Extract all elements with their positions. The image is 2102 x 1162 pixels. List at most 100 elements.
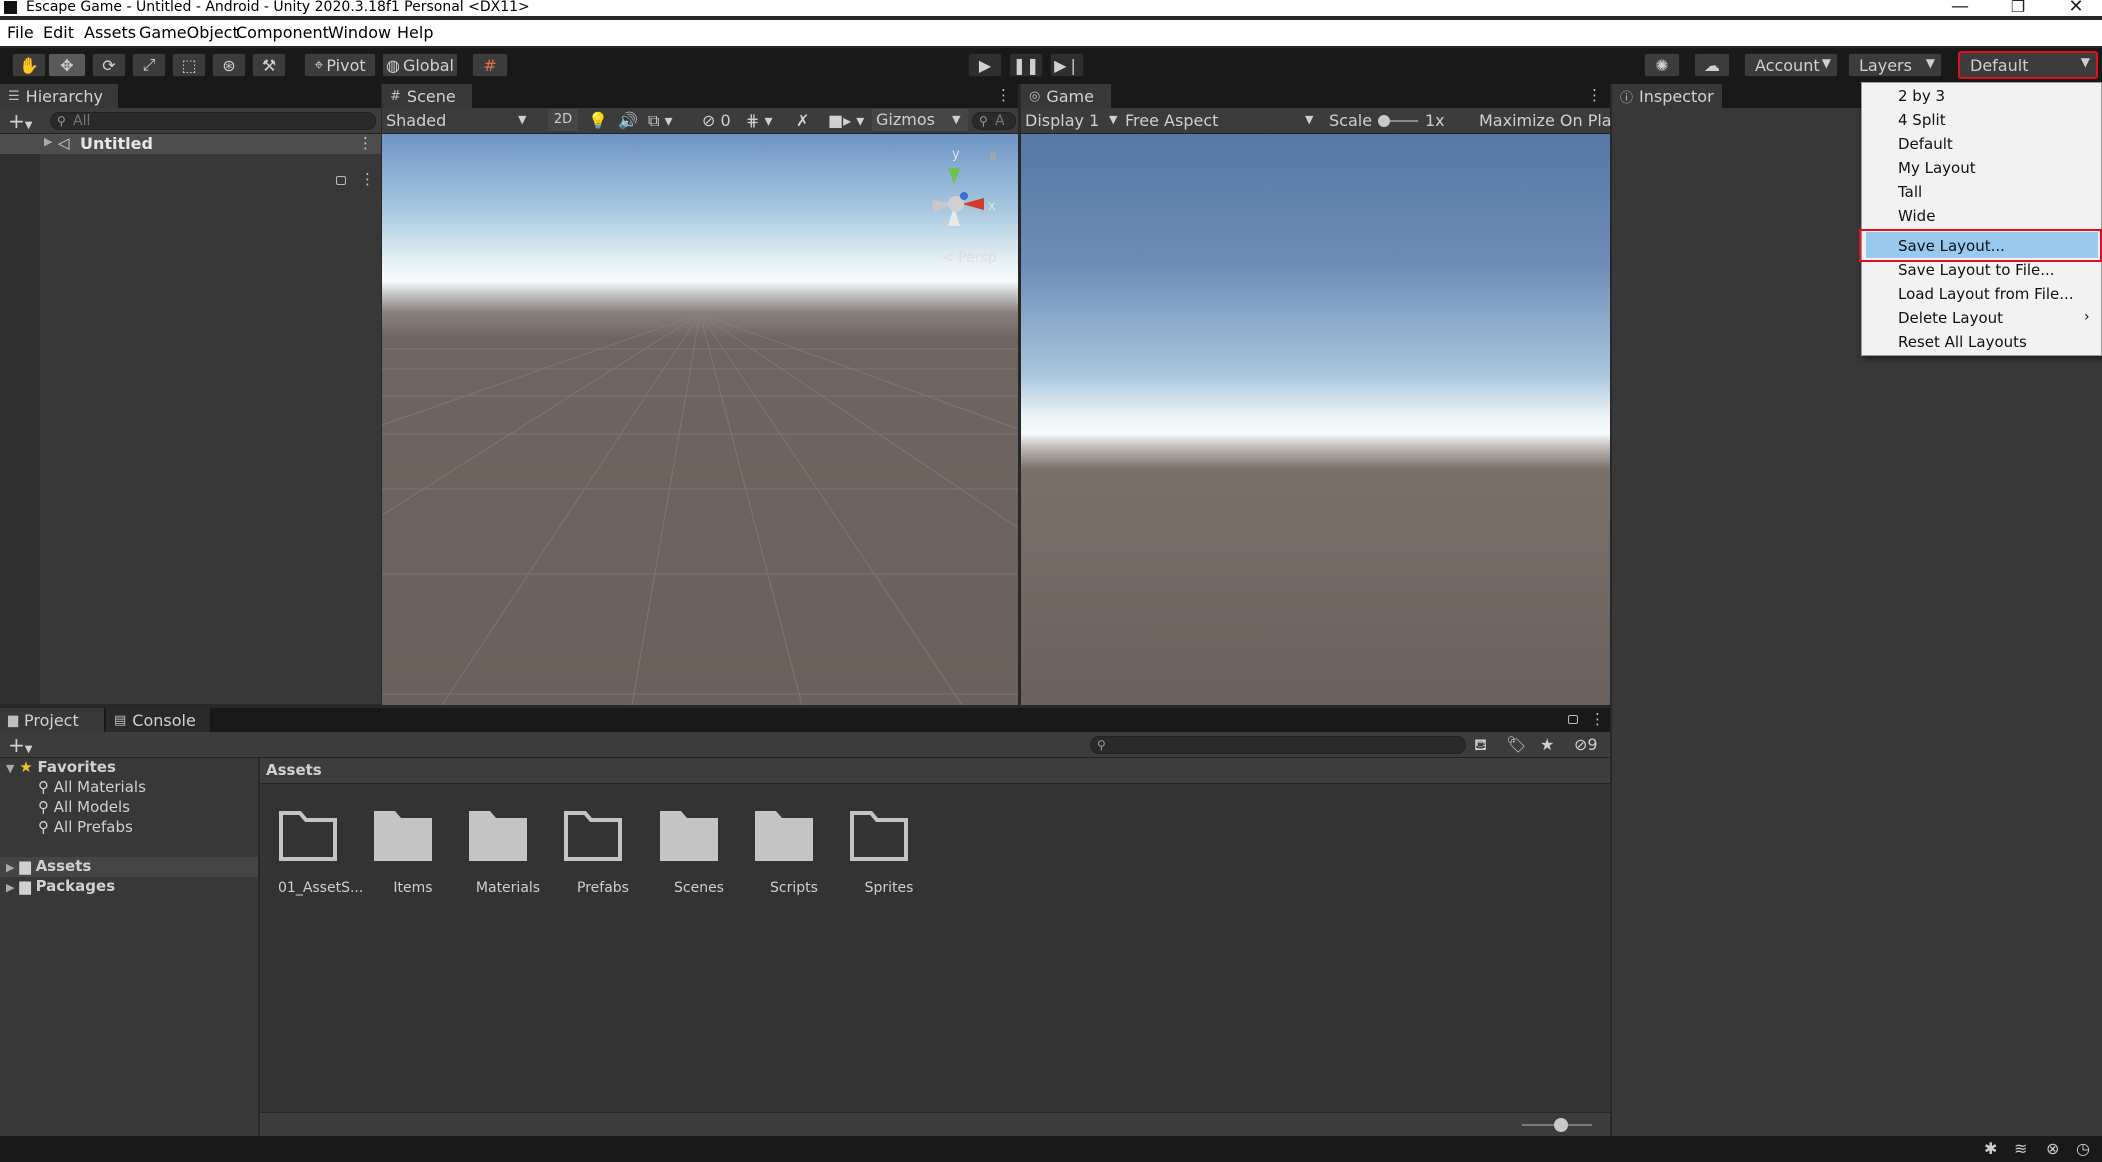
- tab-inspector[interactable]: ⓘ Inspector: [1612, 84, 1722, 108]
- collab-button[interactable]: ☁: [1694, 53, 1730, 77]
- layers-dropdown[interactable]: Layers ▼: [1848, 53, 1942, 77]
- kebab-menu-icon[interactable]: ⋮: [360, 170, 375, 188]
- add-object-button[interactable]: +▼: [8, 109, 32, 133]
- tab-game[interactable]: ◎ Game: [1021, 84, 1111, 108]
- layout-menu-reset-all[interactable]: Reset All Layouts: [1898, 333, 2027, 351]
- restore-icon[interactable]: ❐: [1998, 0, 2038, 16]
- pivot-button[interactable]: ⌖ Pivot: [304, 53, 376, 77]
- audio-toggle-icon[interactable]: 🔊: [618, 111, 638, 130]
- scale-tool-button[interactable]: ⤢: [132, 53, 166, 77]
- play-button[interactable]: ▶: [968, 53, 1002, 77]
- layout-menu-delete-layout[interactable]: Delete Layout: [1898, 309, 2003, 327]
- game-viewport[interactable]: [1021, 134, 1610, 705]
- scene-orientation-gizmo[interactable]: y x: [918, 146, 998, 236]
- folder-scenes[interactable]: Scenes: [659, 810, 739, 896]
- hidden-packages-toggle[interactable]: ⊘9: [1574, 735, 1598, 754]
- gizmos-dropdown[interactable]: Gizmos ▼: [872, 109, 968, 131]
- tree-all-models[interactable]: ⚲ All Models: [38, 798, 130, 816]
- tree-favorites[interactable]: ▼ ★ Favorites: [6, 758, 116, 776]
- menu-window[interactable]: Window: [328, 23, 391, 42]
- lock-icon[interactable]: [336, 176, 346, 185]
- network-icon[interactable]: ⊗: [2046, 1139, 2059, 1158]
- bug-icon[interactable]: ✱: [1984, 1139, 1997, 1158]
- close-icon[interactable]: ✕: [2056, 0, 2096, 17]
- create-asset-button[interactable]: +▼: [8, 733, 32, 757]
- icon-size-slider-thumb[interactable]: [1554, 1118, 1568, 1132]
- layout-menu-item-2by3[interactable]: 2 by 3: [1898, 87, 1945, 105]
- layout-menu-item-tall[interactable]: Tall: [1898, 183, 1922, 201]
- tab-scene[interactable]: # Scene: [382, 84, 472, 108]
- tools-icon[interactable]: ✗: [796, 111, 809, 130]
- progress-icon[interactable]: ◷: [2076, 1139, 2090, 1158]
- move-tool-button[interactable]: ✥: [48, 53, 86, 77]
- shading-mode-dropdown[interactable]: Shaded ▼: [386, 111, 526, 130]
- favorite-star-icon[interactable]: ★: [1540, 735, 1554, 754]
- menu-file[interactable]: File: [7, 23, 34, 42]
- folder-scripts[interactable]: Scripts: [754, 810, 834, 896]
- kebab-menu-icon[interactable]: ⋮: [358, 134, 373, 152]
- tree-all-materials[interactable]: ⚲ All Materials: [38, 778, 146, 796]
- expand-arrow-icon[interactable]: ▼: [6, 762, 14, 775]
- layout-dropdown[interactable]: Default ▼: [1958, 51, 2098, 79]
- folder-materials[interactable]: Materials: [468, 810, 548, 896]
- global-button[interactable]: ◍ Global: [382, 53, 458, 77]
- layout-menu-save-to-file[interactable]: Save Layout to File...: [1898, 261, 2055, 279]
- scale-slider-thumb[interactable]: [1378, 115, 1390, 127]
- tree-all-prefabs[interactable]: ⚲ All Prefabs: [38, 818, 133, 836]
- menu-edit[interactable]: Edit: [43, 23, 74, 42]
- project-search-input[interactable]: ⚲: [1090, 736, 1466, 754]
- display-dropdown[interactable]: Display 1 ▼: [1025, 111, 1117, 130]
- persp-label[interactable]: < Persp: [942, 250, 997, 266]
- tab-hierarchy[interactable]: ☰ Hierarchy: [0, 84, 118, 108]
- grid-snap-button[interactable]: #: [472, 53, 508, 77]
- pause-button[interactable]: ❚❚: [1009, 53, 1043, 77]
- filter-by-type-icon[interactable]: ⛾: [1474, 735, 1487, 756]
- transform-tool-button[interactable]: ⊛: [212, 53, 246, 77]
- maximize-on-play-button[interactable]: Maximize On Play: [1479, 111, 1621, 130]
- layout-menu-item-my-layout[interactable]: My Layout: [1898, 159, 1976, 177]
- rect-tool-button[interactable]: ⬚: [172, 53, 206, 77]
- kebab-menu-icon[interactable]: ⋮: [1590, 710, 1605, 728]
- expand-arrow-icon[interactable]: ▶: [6, 881, 14, 894]
- expand-arrow-icon[interactable]: ▶: [6, 861, 14, 874]
- camera-dropdown-icon[interactable]: ■▸ ▾: [828, 111, 864, 130]
- minimize-icon[interactable]: —: [1940, 0, 1980, 17]
- kebab-menu-icon[interactable]: ⋮: [996, 86, 1011, 104]
- layout-menu-item-wide[interactable]: Wide: [1898, 207, 1935, 225]
- tab-project[interactable]: ▆ Project: [0, 708, 104, 732]
- stack-icon[interactable]: ≋: [2014, 1139, 2027, 1158]
- tree-packages[interactable]: ▶ ▆ Packages: [6, 877, 115, 895]
- rotate-tool-button[interactable]: ⟳: [92, 53, 126, 77]
- layout-menu-save-layout[interactable]: Save Layout...: [1898, 237, 2005, 255]
- folder-sprites[interactable]: Sprites: [849, 810, 929, 896]
- tree-assets[interactable]: ▶ ▆ Assets: [6, 857, 91, 875]
- expand-arrow-icon[interactable]: ▶: [44, 135, 52, 148]
- folder-items[interactable]: Items: [373, 810, 453, 896]
- filter-by-label-icon[interactable]: 🏷: [1506, 735, 1526, 754]
- hierarchy-search-input[interactable]: ⚲ All: [50, 112, 376, 130]
- grid-snapping-dropdown-icon[interactable]: ⋕ ▾: [746, 111, 773, 130]
- folder-prefabs[interactable]: Prefabs: [563, 810, 643, 896]
- custom-tool-button[interactable]: ⚒: [252, 53, 286, 77]
- folder-01-assetstore[interactable]: 01_AssetS...: [278, 810, 363, 896]
- layout-menu-item-default[interactable]: Default: [1898, 135, 1953, 153]
- scene-visibility-toggle[interactable]: ⊘ 0: [702, 111, 731, 130]
- toggle-2d-button[interactable]: 2D: [548, 109, 578, 131]
- lighting-toggle-icon[interactable]: 💡: [588, 111, 608, 130]
- breadcrumb[interactable]: Assets: [266, 761, 322, 779]
- lock-icon[interactable]: [1568, 715, 1578, 724]
- layout-menu-load-from-file[interactable]: Load Layout from File...: [1898, 285, 2074, 303]
- services-button[interactable]: ✺: [1644, 53, 1680, 77]
- menu-component[interactable]: Component: [236, 23, 329, 42]
- account-dropdown[interactable]: Account ▼: [1744, 53, 1838, 77]
- layout-menu-item-4split[interactable]: 4 Split: [1898, 111, 1946, 129]
- menu-gameobject[interactable]: GameObject: [139, 23, 239, 42]
- scene-search-input[interactable]: ⚲ A: [972, 112, 1016, 130]
- menu-help[interactable]: Help: [397, 23, 433, 42]
- effects-dropdown-icon[interactable]: ⧉ ▾: [648, 111, 673, 131]
- aspect-dropdown[interactable]: Free Aspect ▼: [1125, 111, 1313, 130]
- tab-console[interactable]: ▤ Console: [106, 708, 210, 732]
- menu-assets[interactable]: Assets: [84, 23, 136, 42]
- hierarchy-row-untitled[interactable]: ▶ ◁ Untitled ⋮: [0, 134, 381, 154]
- hand-tool-button[interactable]: ✋: [12, 53, 46, 77]
